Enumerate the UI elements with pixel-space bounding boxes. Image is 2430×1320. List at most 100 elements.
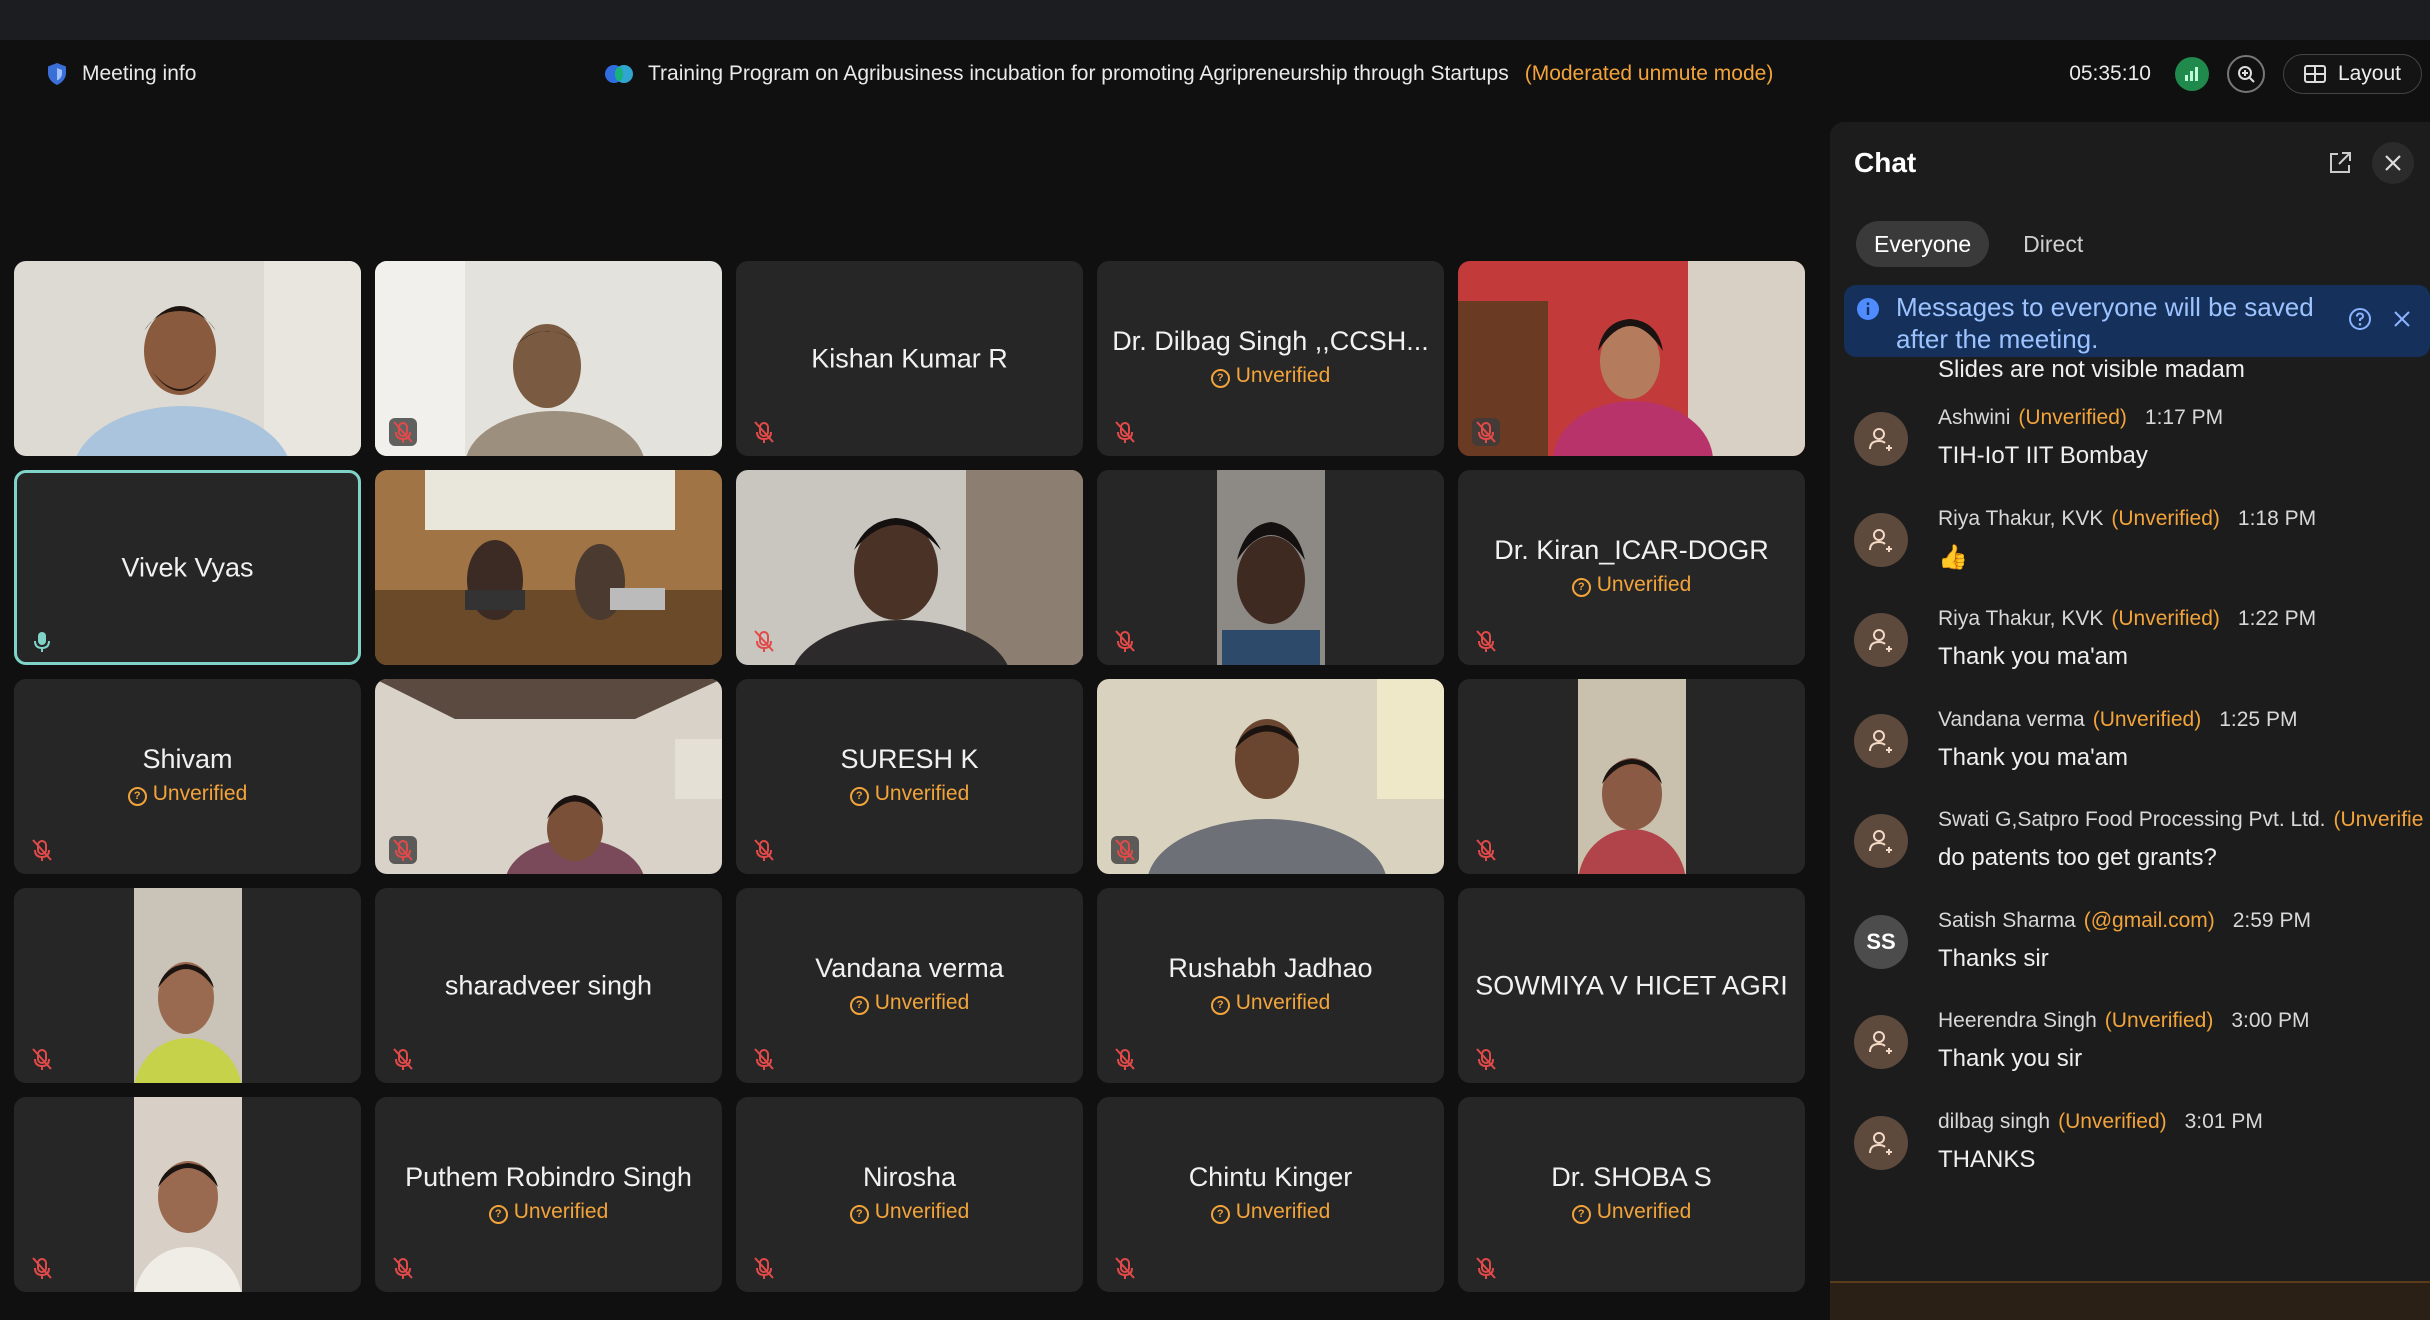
muted-mic-icon (389, 418, 417, 446)
participant-tile[interactable]: SURESH K ? Unverified (736, 679, 1083, 874)
unverified-badge: ? Unverified (1458, 573, 1805, 597)
sender-tag: (Unverified) (2111, 506, 2220, 530)
muted-mic-icon (389, 836, 417, 864)
participant-tile[interactable]: Dr. Kiran_ICAR-DOGR ? Unverified (1458, 470, 1805, 665)
chat-title: Chat (1854, 147, 1917, 178)
meeting-title-area: Training Program on Agribusiness incubat… (604, 62, 1773, 86)
unverified-badge: ? Unverified (14, 782, 361, 806)
message-meta: dilbag singh (Unverified) 3:01 PM (1938, 1110, 2263, 1134)
muted-mic-icon (389, 1254, 417, 1282)
participant-name: Puthem Robindro Singh (405, 1162, 692, 1192)
unverified-badge: ? Unverified (1097, 1200, 1444, 1224)
participant-name: Shivam (142, 744, 233, 774)
participant-tile[interactable] (1097, 470, 1444, 665)
sender-name: Swati G,Satpro Food Processing Pvt. Ltd. (1938, 808, 2326, 831)
chat-panel: Chat Everyone Direct Slides are not visi… (1830, 122, 2430, 1318)
layout-label: Layout (2337, 62, 2401, 85)
participant-tile[interactable] (375, 679, 722, 874)
participant-name: Dr. SHOBA S (1551, 1162, 1712, 1192)
participant-tile[interactable] (1458, 261, 1805, 456)
chat-message: Riya Thakur, KVK (Unverified) 1:22 PM Thank… (1830, 607, 2430, 707)
participant-tile[interactable]: Puthem Robindro Singh ? Unverified (375, 1097, 722, 1292)
user-avatar-icon (1854, 613, 1908, 667)
message-text: do patents too get grants? (1938, 844, 2217, 871)
message-time: 1:22 PM (2237, 607, 2317, 630)
participant-tile[interactable]: Shivam ? Unverified (14, 679, 361, 874)
message-meta: Riya Thakur, KVK (Unverified) 1:22 PM (1938, 607, 2316, 631)
sender-name: Vandana verma (1938, 707, 2085, 731)
participant-tile[interactable]: SOWMIYA V HICET AGRI (1458, 888, 1805, 1083)
participant-tile[interactable] (375, 261, 722, 456)
unverified-badge: ? Unverified (375, 1200, 722, 1224)
message-text: Thank you ma'am (1938, 743, 2128, 771)
participant-tile[interactable]: sharadveer singh (375, 888, 722, 1083)
participant-tile[interactable] (14, 1097, 361, 1292)
participant-tile[interactable]: Dr. SHOBA S ? Unverified (1458, 1097, 1805, 1292)
mic-on-icon (28, 627, 56, 655)
participant-tile[interactable] (375, 470, 722, 665)
message-text: THANKS (1938, 1145, 2036, 1173)
muted-mic-icon (750, 836, 778, 864)
message-text: Thank you sir (1938, 1045, 2083, 1072)
participant-video (375, 261, 722, 456)
participant-tile[interactable]: Chintu Kinger ? Unverified (1097, 1097, 1444, 1292)
close-chat-button[interactable] (2372, 142, 2414, 184)
chat-tabs: Everyone Direct (1856, 221, 2101, 267)
meeting-info-button[interactable]: Meeting info (46, 62, 196, 86)
network-health-icon[interactable] (2174, 57, 2209, 91)
participant-tile[interactable] (1458, 679, 1805, 874)
unverified-badge: ? Unverified (736, 782, 1083, 806)
info-circle-icon: ? (849, 996, 869, 1015)
participant-tile[interactable]: Vandana verma ? Unverified (736, 888, 1083, 1083)
zoom-search-icon[interactable] (2226, 55, 2265, 93)
participant-tile[interactable]: Kishan Kumar R (736, 261, 1083, 456)
participant-tile[interactable]: Nirosha ? Unverified (736, 1097, 1083, 1292)
participant-tile[interactable] (736, 470, 1083, 665)
participant-video (14, 1097, 361, 1292)
message-meta: Swati G,Satpro Food Processing Pvt. Ltd.… (1938, 808, 2430, 832)
chat-input-area[interactable] (1830, 1281, 2430, 1320)
tab-everyone[interactable]: Everyone (1856, 221, 1990, 267)
participant-tile[interactable]: Rushabh Jadhao ? Unverified (1097, 888, 1444, 1083)
muted-mic-icon (1472, 627, 1500, 655)
sender-name: Heerendra Singh (1938, 1009, 2097, 1032)
participant-video (736, 470, 1083, 665)
participant-name: Vivek Vyas (121, 552, 254, 582)
layout-button[interactable]: Layout (2282, 54, 2422, 94)
info-circle-icon: ? (1571, 1205, 1591, 1224)
participant-video (375, 470, 722, 665)
participant-video (1097, 470, 1444, 665)
grid-layout-icon (2303, 65, 2326, 83)
unmute-mode-label: (Moderated unmute mode) (1524, 62, 1774, 85)
participant-name: Rushabh Jadhao (1168, 953, 1373, 983)
dismiss-banner-icon[interactable] (2390, 307, 2414, 331)
sender-tag: (Unverified) (2111, 607, 2220, 630)
meeting-info-label: Meeting info (82, 62, 197, 85)
participant-name: Dr. Dilbag Singh ,,CCSH... (1112, 326, 1429, 356)
message-time: 3:01 PM (2184, 1109, 2263, 1133)
muted-mic-icon (1111, 418, 1139, 446)
participant-tile[interactable] (1097, 679, 1444, 874)
help-icon[interactable] (2348, 307, 2372, 331)
muted-mic-icon (750, 1045, 778, 1073)
user-avatar-icon (1854, 412, 1908, 466)
message-meta: Ashwini (Unverified) 1:17 PM (1938, 406, 2223, 430)
tab-direct[interactable]: Direct (2005, 221, 2101, 267)
participant-video (1097, 679, 1444, 874)
unverified-badge: ? Unverified (1097, 364, 1444, 388)
participant-tile[interactable]: Dr. Dilbag Singh ,,CCSH... ? Unverified (1097, 261, 1444, 456)
user-avatar-icon (1854, 1115, 1908, 1170)
message-time: 3:00 PM (2231, 1009, 2310, 1032)
participant-tile[interactable] (14, 888, 361, 1083)
participant-tile-active-speaker[interactable]: Vivek Vyas (14, 470, 361, 665)
popout-icon[interactable] (2325, 148, 2355, 178)
muted-mic-icon (1111, 627, 1139, 655)
sender-name: Riya Thakur, KVK (1938, 506, 2104, 530)
chat-message: Swati G,Satpro Food Processing Pvt. Ltd.… (1830, 808, 2430, 908)
message-text: 👍 (1938, 543, 1968, 571)
unverified-badge: ? Unverified (1458, 1200, 1805, 1224)
participant-tile[interactable] (14, 261, 361, 456)
unverified-badge: ? Unverified (736, 991, 1083, 1015)
meeting-timer: 05:35:10 (2069, 62, 2151, 85)
banner-text: Messages to everyone will be saved after… (1896, 292, 2314, 354)
